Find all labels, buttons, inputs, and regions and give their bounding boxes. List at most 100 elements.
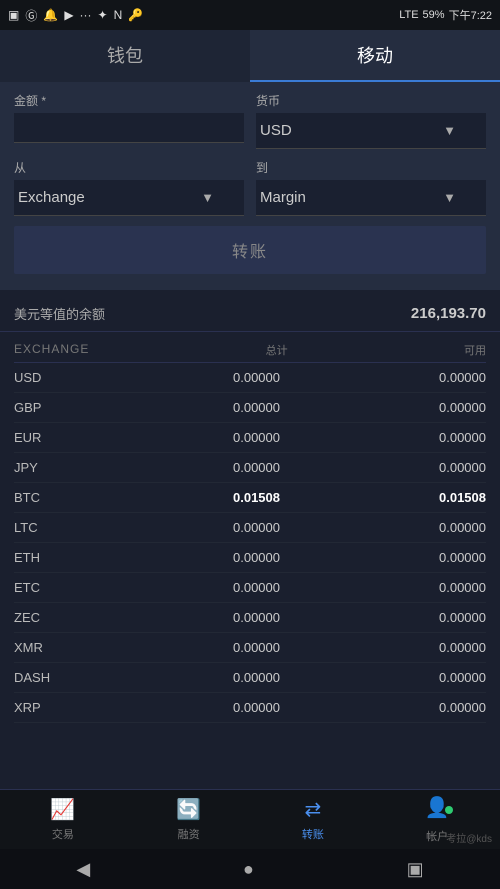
- total-cell: 0.00000: [200, 640, 280, 655]
- total-cell: 0.00000: [200, 550, 280, 565]
- table-row: USD 0.00000 0.00000: [14, 363, 486, 393]
- available-cell: 0.00000: [406, 580, 486, 595]
- table-row: XMR 0.00000 0.00000: [14, 633, 486, 663]
- watermark: 考拉@kds: [446, 830, 492, 845]
- available-cell: 0.00000: [406, 460, 486, 475]
- status-bar: ▣ Ⓖ 🔔 ▶ ··· ✦ N 🔑 LTE 59% 下午7:22: [0, 0, 500, 30]
- top-tabs: 钱包 移动: [0, 30, 500, 82]
- balance-section: 美元等值的余额 216,193.70: [0, 290, 500, 332]
- table-row: GBP 0.00000 0.00000: [14, 393, 486, 423]
- available-cell: 0.00000: [406, 610, 486, 625]
- table-row: ETH 0.00000 0.00000: [14, 543, 486, 573]
- to-value: Margin: [260, 189, 306, 206]
- from-value: Exchange: [18, 189, 85, 206]
- tab-wallet[interactable]: 钱包: [0, 30, 250, 82]
- currency-arrow-icon: ▼: [443, 123, 456, 138]
- app-icon-2: Ⓖ: [25, 7, 37, 24]
- available-cell: 0.00000: [406, 370, 486, 385]
- signal-lte: LTE: [399, 9, 418, 21]
- nfc-icon: N: [114, 8, 123, 22]
- total-cell: 0.00000: [200, 460, 280, 475]
- nav-trade[interactable]: 📈 交易: [50, 797, 75, 842]
- amount-currency-row: 金额 * 货币 USD ▼: [14, 92, 486, 149]
- currency-cell: ETC: [14, 580, 74, 595]
- account-dot: [445, 806, 453, 814]
- currency-group: 货币 USD ▼: [256, 92, 486, 149]
- status-right-info: LTE 59% 下午7:22: [399, 7, 492, 23]
- available-cell: 0.00000: [406, 670, 486, 685]
- table-row: ETC 0.00000 0.00000: [14, 573, 486, 603]
- nav-funding[interactable]: 🔄 融资: [176, 797, 201, 842]
- available-cell: 0.00000: [406, 430, 486, 445]
- available-cell: 0.00000: [406, 520, 486, 535]
- trade-label: 交易: [52, 826, 74, 842]
- total-cell: 0.00000: [200, 430, 280, 445]
- currency-cell: EUR: [14, 430, 74, 445]
- play-icon: ▶: [64, 8, 73, 22]
- from-label: 从: [14, 159, 244, 176]
- notification-icon: 🔔: [43, 8, 58, 22]
- currency-value: USD: [260, 122, 292, 139]
- table-row: JPY 0.00000 0.00000: [14, 453, 486, 483]
- amount-group: 金额 *: [14, 92, 244, 149]
- amount-label: 金额 *: [14, 92, 244, 109]
- total-cell: 0.00000: [200, 400, 280, 415]
- amount-input[interactable]: [14, 113, 244, 143]
- transfer-icon: ⇄: [304, 797, 321, 822]
- currency-cell: LTC: [14, 520, 74, 535]
- to-arrow-icon: ▼: [443, 190, 456, 205]
- bottom-nav: 📈 交易 🔄 融资 ⇄ 转账 👤 帐户: [0, 789, 500, 849]
- table-row: DASH 0.00000 0.00000: [14, 663, 486, 693]
- transfer-button[interactable]: 转账: [14, 226, 486, 274]
- currency-select[interactable]: USD ▼: [256, 113, 486, 149]
- available-cell: 0.00000: [406, 550, 486, 565]
- funding-label: 融资: [178, 826, 200, 842]
- currency-cell: USD: [14, 370, 74, 385]
- table-row: BTC 0.01508 0.01508: [14, 483, 486, 513]
- total-cell: 0.00000: [200, 700, 280, 715]
- table-row: XRP 0.00000 0.00000: [14, 693, 486, 723]
- tab-move[interactable]: 移动: [250, 30, 500, 82]
- home-button[interactable]: ●: [243, 859, 254, 880]
- exchange-header: EXCHANGE 总计 可用: [14, 332, 486, 363]
- nav-transfer[interactable]: ⇄ 转账: [302, 797, 324, 842]
- available-cell: 0.00000: [406, 700, 486, 715]
- to-group: 到 Margin ▼: [256, 159, 486, 216]
- from-arrow-icon: ▼: [201, 190, 214, 205]
- status-left-icons: ▣ Ⓖ 🔔 ▶ ··· ✦ N 🔑: [8, 7, 143, 24]
- currency-cell: DASH: [14, 670, 74, 685]
- account-label: 帐户: [426, 828, 448, 844]
- total-cell: 0.00000: [200, 580, 280, 595]
- available-header: 可用: [406, 342, 486, 358]
- currency-cell: ZEC: [14, 610, 74, 625]
- currency-cell: GBP: [14, 400, 74, 415]
- from-to-row: 从 Exchange ▼ 到 Margin ▼: [14, 159, 486, 216]
- from-group: 从 Exchange ▼: [14, 159, 244, 216]
- back-button[interactable]: ◀: [76, 859, 90, 880]
- to-label: 到: [256, 159, 486, 176]
- form-area: 金额 * 货币 USD ▼ 从 Exchange ▼ 到 Margin ▼: [0, 82, 500, 290]
- total-cell: 0.01508: [200, 490, 280, 505]
- total-cell: 0.00000: [200, 670, 280, 685]
- total-header: 总计: [208, 342, 288, 358]
- balance-value: 216,193.70: [411, 305, 486, 322]
- exchange-section: EXCHANGE 总计 可用 USD 0.00000 0.00000 GBP 0…: [0, 332, 500, 723]
- key-icon: 🔑: [128, 8, 143, 22]
- table-row: ZEC 0.00000 0.00000: [14, 603, 486, 633]
- available-cell: 0.00000: [406, 400, 486, 415]
- from-select[interactable]: Exchange ▼: [14, 180, 244, 216]
- currency-cell: XRP: [14, 700, 74, 715]
- app-icon-1: ▣: [8, 8, 19, 22]
- to-select[interactable]: Margin ▼: [256, 180, 486, 216]
- balance-label: 美元等值的余额: [14, 304, 105, 323]
- system-nav-bar: ◀ ● ▣: [0, 849, 500, 889]
- currency-cell: JPY: [14, 460, 74, 475]
- currency-cell: XMR: [14, 640, 74, 655]
- recent-button[interactable]: ▣: [407, 859, 424, 880]
- currency-cell: ETH: [14, 550, 74, 565]
- trade-icon: 📈: [50, 797, 75, 822]
- transfer-label: 转账: [302, 826, 324, 842]
- battery-icon: 59%: [423, 9, 445, 21]
- currency-label: 货币: [256, 92, 486, 109]
- exchange-title: EXCHANGE: [14, 342, 89, 358]
